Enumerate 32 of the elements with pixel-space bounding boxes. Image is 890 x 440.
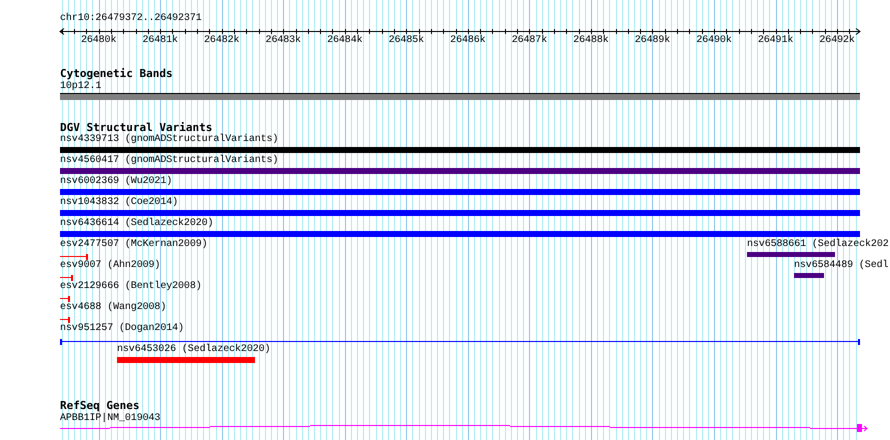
feature-label: nsv6436614 (Sedlazeck2020) xyxy=(60,218,214,229)
tick-label: 26485k xyxy=(388,35,424,46)
feature-label: 10p12.1 xyxy=(60,81,102,92)
tick-label: 26480k xyxy=(80,35,116,46)
feature-label: esv4688 (Wang2008) xyxy=(60,302,166,313)
tick-label: 26482k xyxy=(204,35,240,46)
feature-label: nsv6584489 (Sedl xyxy=(794,260,888,271)
feature-label: nsv4560417 (gnomADStructuralVariants) xyxy=(60,155,278,166)
tick-label: 26488k xyxy=(573,35,609,46)
feature-label: nsv951257 (Dogan2014) xyxy=(60,323,184,334)
tick-label: 26491k xyxy=(758,35,794,46)
tick-label: 26481k xyxy=(142,35,178,46)
feature-label: nsv1043832 (Coe2014) xyxy=(60,197,178,208)
feature-label: nsv6453026 (Sedlazeck2020) xyxy=(117,344,270,355)
tick-label: 26490k xyxy=(696,35,732,46)
feature-label: esv9007 (Ahn2009) xyxy=(60,260,160,271)
feature-label: APBB1IP|NM_019043 xyxy=(60,413,160,424)
tick-label: 26483k xyxy=(266,35,301,46)
location-label: chr10:26479372..26492371 xyxy=(60,13,202,24)
tick-label: 26486k xyxy=(450,35,486,46)
track-title: Cytogenetic Bands xyxy=(60,68,173,80)
feature-label: nsv6588661 (Sedlazeck202 xyxy=(747,239,889,250)
tick-label: 26492k xyxy=(819,35,855,46)
feature-label: nsv6002369 (Wu2021) xyxy=(60,176,172,187)
feature-label: nsv4339713 (gnomADStructuralVariants) xyxy=(60,134,278,145)
tick-label: 26487k xyxy=(512,35,548,46)
tick-label: 26484k xyxy=(327,35,362,46)
feature-label: esv2129666 (Bentley2008) xyxy=(60,281,202,292)
tick-label: 26489k xyxy=(634,35,670,46)
track-title: DGV Structural Variants xyxy=(60,122,212,134)
feature-label: esv2477507 (McKernan2009) xyxy=(60,239,208,250)
track-title: RefSeq Genes xyxy=(60,400,140,412)
